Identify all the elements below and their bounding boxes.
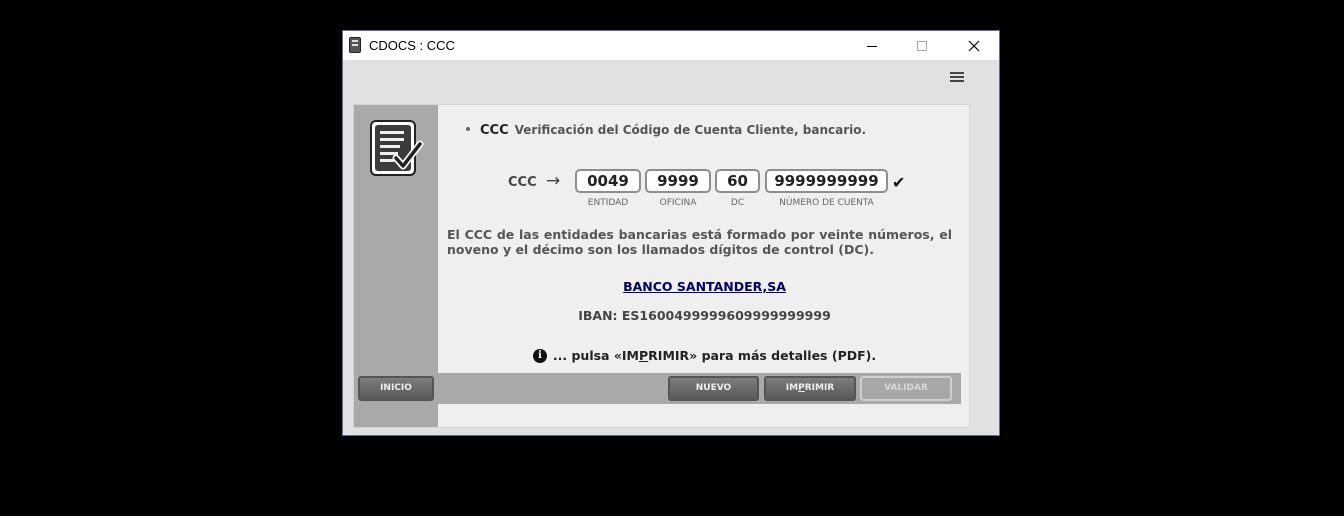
main-panel: CCC Verificación del Código de Cuenta Cli… — [353, 104, 970, 428]
validar-button[interactable]: VALIDAR — [860, 376, 952, 401]
maximize-icon — [917, 40, 927, 51]
close-icon — [968, 40, 980, 51]
bullet-title: CCC — [480, 123, 509, 138]
document-check-icon — [370, 120, 424, 176]
bullet-text: Verificación del Código de Cuenta Client… — [514, 123, 867, 137]
arrow-icon: → — [546, 171, 561, 191]
app-icon — [349, 37, 361, 53]
hint-text-post: RIMIR» para más detalles (PDF). — [648, 348, 877, 363]
nuevo-button[interactable]: NUEVO — [668, 376, 759, 401]
hint-text-underlined: P — [639, 348, 649, 363]
minimize-icon — [867, 45, 877, 47]
hamburger-menu-icon[interactable] — [948, 69, 966, 85]
entidad-field[interactable]: 0049 — [575, 169, 641, 193]
numero-cuenta-caption: NÚMERO DE CUENTA — [779, 198, 874, 208]
header-bullet: CCC Verificación del Código de Cuenta Cli… — [466, 123, 866, 138]
imprimir-button[interactable]: IMPRIMIR — [764, 376, 856, 401]
button-bar: INICIO NUEVO IMPRIMIR VALIDAR — [354, 373, 961, 404]
info-icon: i — [532, 348, 547, 363]
imprimir-label-pre: IM — [785, 383, 799, 393]
app-window: CDOCS : CCC CCC Verificación del Código … — [342, 30, 1000, 436]
checkmark-icon: ✔ — [892, 173, 906, 192]
dc-caption: DC — [730, 198, 745, 208]
iban-text: IBAN: ES1600499999609999999999 — [578, 308, 831, 323]
minimize-button[interactable] — [849, 31, 895, 60]
close-button[interactable] — [951, 31, 997, 60]
oficina-caption: OFICINA — [659, 198, 697, 208]
dc-field[interactable]: 60 — [715, 169, 760, 193]
bank-name: BANCO SANTANDER,SA — [438, 279, 971, 294]
ccc-label: CCC — [508, 175, 537, 190]
imprimir-label-underlined: P — [798, 383, 805, 393]
imprimir-label-post: RIMIR — [804, 383, 835, 393]
bank-name-link[interactable]: BANCO SANTANDER,SA — [623, 279, 786, 294]
entidad-caption: ENTIDAD — [587, 198, 629, 208]
window-title: CDOCS : CCC — [369, 38, 455, 53]
print-hint: i ... pulsa «IMPRIMIR» para más detalles … — [438, 348, 971, 364]
numero-cuenta-field[interactable]: 9999999999 — [765, 169, 888, 193]
inicio-button[interactable]: INICIO — [358, 376, 434, 401]
title-bar[interactable]: CDOCS : CCC — [343, 31, 999, 60]
maximize-button[interactable] — [899, 31, 945, 60]
description-text: El CCC de las entidades bancarias está f… — [447, 227, 952, 257]
hint-text-pre: ... pulsa «IM — [552, 348, 639, 363]
oficina-field[interactable]: 9999 — [645, 169, 711, 193]
bullet-dot — [466, 126, 470, 131]
